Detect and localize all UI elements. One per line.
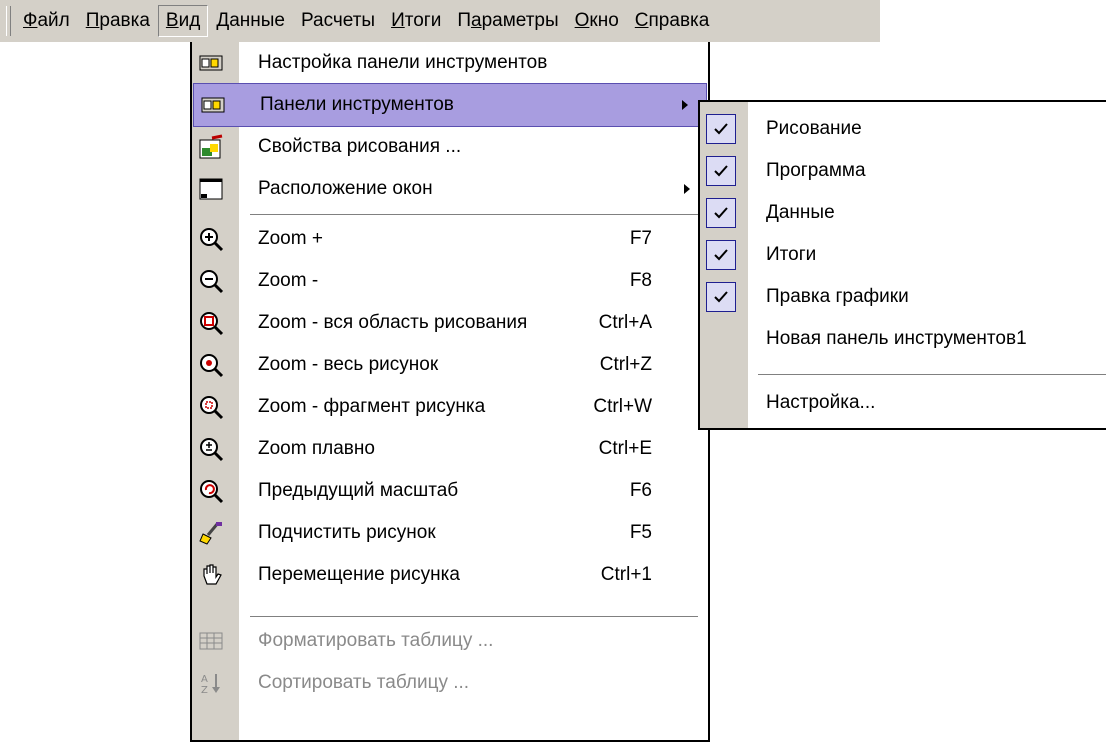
- svg-text:Z: Z: [201, 685, 208, 696]
- menu-file[interactable]: Файл: [15, 5, 78, 37]
- menu-calculations[interactable]: Расчеты: [293, 5, 383, 37]
- menu-edit[interactable]: Правка: [78, 5, 158, 37]
- menu-separator: [250, 616, 698, 618]
- submenu-arrow-icon: [682, 100, 688, 110]
- accelerator-letter: В: [165, 10, 179, 31]
- menu-item-pan-picture[interactable]: Перемещение рисунка Ctrl+1: [192, 554, 708, 596]
- submenu-item-program[interactable]: Программа: [700, 150, 1106, 192]
- menu-item-zoom-in[interactable]: Zoom + F7: [192, 218, 708, 260]
- checkmark-icon: [706, 156, 736, 186]
- accelerator-letter: С: [634, 10, 649, 31]
- menu-totals[interactable]: Итоги: [383, 5, 449, 37]
- menu-item-zoom-whole-picture[interactable]: Zoom - весь рисунок Ctrl+Z: [192, 344, 708, 386]
- checkmark-icon: [706, 198, 736, 228]
- menubar-grip[interactable]: [6, 6, 11, 36]
- menu-item-toolbars[interactable]: Панели инструментов: [193, 83, 707, 127]
- drawing-properties-icon: [198, 134, 224, 160]
- menu-item-window-layout[interactable]: Расположение окон: [192, 168, 708, 210]
- menu-parameters[interactable]: Параметры: [449, 5, 566, 37]
- submenu-item-graphics-edit[interactable]: Правка графики: [700, 276, 1106, 318]
- accelerator-letter: И: [391, 10, 405, 31]
- toolbar-settings-icon: [198, 50, 224, 76]
- toolbars-icon: [200, 92, 226, 118]
- menu-bar: Файл Правка Вид Данные Расчеты Итоги Пар…: [0, 0, 880, 42]
- previous-zoom-icon: [198, 478, 224, 504]
- accelerator-letter: а: [470, 10, 482, 31]
- svg-text:A: A: [201, 674, 208, 685]
- menu-item-zoom-all-area[interactable]: Zoom - вся область рисования Ctrl+A: [192, 302, 708, 344]
- menu-item-format-table[interactable]: Форматировать таблицу ...: [192, 620, 708, 662]
- menu-window[interactable]: Окно: [567, 5, 627, 37]
- pan-hand-icon: [198, 562, 224, 588]
- submenu-item-new-toolbar[interactable]: Новая панель инструментов1: [700, 318, 1106, 360]
- menu-data[interactable]: Данные: [208, 5, 293, 37]
- zoom-in-icon: [198, 226, 224, 252]
- menu-item-drawing-properties[interactable]: Свойства рисования ...: [192, 126, 708, 168]
- sort-table-icon: AZ: [198, 670, 224, 696]
- format-table-icon: [198, 628, 224, 654]
- clean-picture-icon: [198, 520, 224, 546]
- zoom-smooth-icon: [198, 436, 224, 462]
- accelerator-letter: Ф: [23, 10, 38, 31]
- accelerator-letter: П: [85, 10, 100, 31]
- menu-item-sort-table[interactable]: AZ Сортировать таблицу ...: [192, 662, 708, 704]
- submenu-arrow-icon: [684, 184, 690, 194]
- menu-item-clean-picture[interactable]: Подчистить рисунок F5: [192, 512, 708, 554]
- zoom-whole-picture-icon: [198, 352, 224, 378]
- menu-item-previous-zoom[interactable]: Предыдущий масштаб F6: [192, 470, 708, 512]
- menu-item-zoom-smooth[interactable]: Zoom плавно Ctrl+E: [192, 428, 708, 470]
- accelerator-letter: Д: [216, 10, 230, 31]
- submenu-item-drawing[interactable]: Рисование: [700, 108, 1106, 150]
- menu-item-zoom-out[interactable]: Zoom - F8: [192, 260, 708, 302]
- view-menu: Настройка панели инструментов Панели инс…: [190, 42, 710, 742]
- submenu-item-totals[interactable]: Итоги: [700, 234, 1106, 276]
- checkmark-icon: [706, 282, 736, 312]
- toolbars-submenu: Рисование Программа Данные Итоги Правка …: [698, 100, 1106, 430]
- zoom-all-area-icon: [198, 310, 224, 336]
- menu-item-toolbar-settings[interactable]: Настройка панели инструментов: [192, 42, 708, 84]
- zoom-out-icon: [198, 268, 224, 294]
- checkmark-icon: [706, 240, 736, 270]
- menu-view[interactable]: Вид: [157, 5, 209, 37]
- checkmark-icon: [706, 114, 736, 144]
- menu-help[interactable]: Справка: [627, 5, 718, 37]
- menu-item-zoom-fragment[interactable]: Zoom - фрагмент рисунка Ctrl+W: [192, 386, 708, 428]
- submenu-item-customize[interactable]: Настройка...: [700, 382, 1106, 424]
- submenu-separator: [758, 374, 1106, 376]
- zoom-fragment-icon: [198, 394, 224, 420]
- submenu-item-data[interactable]: Данные: [700, 192, 1106, 234]
- window-layout-icon: [198, 176, 224, 202]
- accelerator-letter: О: [574, 10, 590, 31]
- menu-separator: [250, 214, 698, 216]
